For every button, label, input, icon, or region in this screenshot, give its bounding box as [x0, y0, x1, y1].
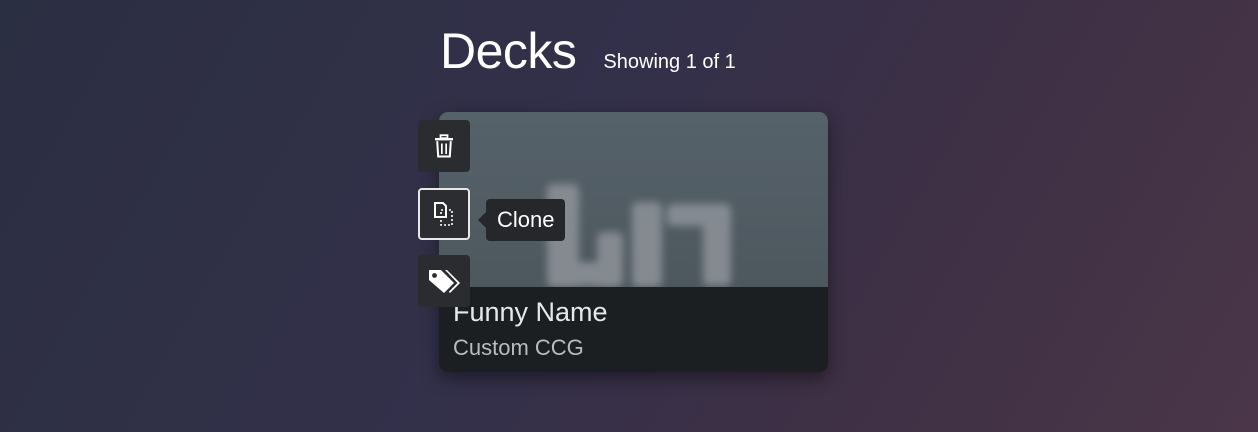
clone-tooltip: Clone — [477, 199, 566, 241]
clone-icon — [432, 201, 456, 227]
delete-button[interactable] — [418, 120, 470, 172]
deck-name: Funny Name — [453, 297, 608, 327]
clone-button[interactable] — [418, 188, 470, 240]
tags-button[interactable] — [418, 255, 470, 307]
deck-card[interactable]: Funny Name Custom CCG — [439, 112, 828, 372]
deck-info: Funny Name Custom CCG — [439, 287, 828, 372]
page-title: Decks — [440, 23, 577, 79]
trash-icon — [433, 134, 455, 158]
deck-type: Custom CCG — [453, 335, 584, 360]
result-count: Showing 1 of 1 — [603, 51, 736, 73]
page-header: Decks Showing 1 of 1 — [440, 22, 736, 80]
tags-icon — [426, 267, 462, 295]
